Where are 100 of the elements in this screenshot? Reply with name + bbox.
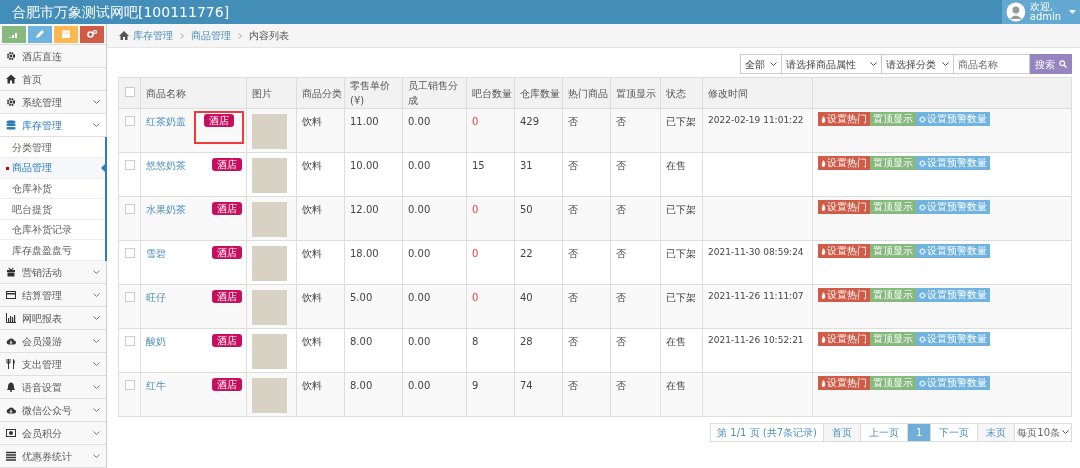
sidebar-item[interactable]: 结算管理 bbox=[0, 284, 106, 307]
set-alert-button[interactable]: 设置预警数量 bbox=[916, 288, 990, 302]
submenu-item[interactable]: 仓库补货记录 bbox=[0, 219, 105, 241]
table-cell: 0 bbox=[472, 292, 479, 303]
table-cell: 已下架 bbox=[666, 204, 696, 215]
column-header: 仓库数量 bbox=[514, 77, 563, 109]
search-button[interactable]: 搜索 bbox=[1030, 54, 1072, 74]
column-header: 状态 bbox=[660, 77, 703, 109]
table-cell: 在售 bbox=[666, 380, 686, 391]
sidebar-item[interactable]: 语音设置 bbox=[0, 376, 106, 399]
chevron-right-icon bbox=[180, 32, 184, 39]
checkbox[interactable] bbox=[124, 160, 135, 170]
set-hot-button[interactable]: 设置热门 bbox=[818, 376, 870, 390]
list-icon bbox=[6, 451, 16, 461]
table-cell: 0.00 bbox=[408, 160, 431, 171]
checkbox[interactable] bbox=[124, 86, 135, 97]
sidebar-item[interactable]: 优惠券统计 bbox=[0, 445, 106, 468]
product-link[interactable]: 悠悠奶茶 bbox=[146, 158, 186, 173]
tag: 酒店 bbox=[212, 246, 242, 259]
product-link[interactable]: 红茶奶盖 bbox=[146, 114, 186, 144]
table-cell: 饮料 bbox=[302, 292, 322, 303]
pin-top-button[interactable]: 置顶显示 bbox=[870, 112, 916, 126]
tag: 酒店 bbox=[212, 202, 242, 215]
table-cell: 2021-11-26 11:11:07 bbox=[708, 291, 804, 301]
set-alert-button[interactable]: 设置预警数量 bbox=[916, 376, 990, 390]
product-link[interactable]: 红牛 bbox=[146, 378, 166, 393]
set-alert-button[interactable]: 设置预警数量 bbox=[916, 156, 990, 170]
checkbox[interactable] bbox=[124, 116, 135, 126]
last-page-button[interactable]: 末页 bbox=[977, 423, 1016, 442]
next-page-button[interactable]: 下一页 bbox=[930, 423, 979, 442]
table-cell: 0 bbox=[472, 204, 479, 215]
page-size-select[interactable]: 每页10条 bbox=[1014, 423, 1072, 442]
column-header: 吧台数量 bbox=[466, 77, 515, 109]
pin-top-button[interactable]: 置顶显示 bbox=[870, 332, 916, 346]
set-alert-button[interactable]: 设置预警数量 bbox=[916, 112, 990, 126]
set-hot-button[interactable]: 设置热门 bbox=[818, 112, 870, 126]
database-icon bbox=[6, 120, 16, 131]
search-field[interactable]: 商品名称 bbox=[954, 54, 1030, 74]
stats-button[interactable] bbox=[2, 25, 26, 43]
breadcrumb-link[interactable]: 商品管理 bbox=[191, 28, 231, 43]
set-alert-button[interactable]: 设置预警数量 bbox=[916, 200, 990, 214]
tag: 酒店 bbox=[212, 378, 242, 391]
attribute-select[interactable]: 请选择商品属性 bbox=[782, 54, 882, 74]
table-cell: 0.00 bbox=[408, 336, 431, 347]
sidebar-item[interactable]: 系统管理 bbox=[0, 91, 106, 115]
users-button[interactable] bbox=[54, 25, 78, 43]
breadcrumb-link[interactable]: 库存管理 bbox=[133, 28, 173, 43]
checkbox[interactable] bbox=[124, 204, 135, 214]
table-cell: 否 bbox=[568, 204, 578, 215]
checkbox[interactable] bbox=[124, 336, 135, 346]
pin-top-button[interactable]: 置顶显示 bbox=[870, 376, 916, 390]
sidebar-item[interactable]: 库存管理 bbox=[0, 114, 106, 138]
table-cell: 40 bbox=[520, 292, 533, 303]
pin-top-button[interactable]: 置顶显示 bbox=[870, 288, 916, 302]
pin-top-button[interactable]: 置顶显示 bbox=[870, 156, 916, 170]
pin-top-button[interactable]: 置顶显示 bbox=[870, 200, 916, 214]
set-alert-button[interactable]: 设置预警数量 bbox=[916, 244, 990, 258]
column-header: 置顶显示 bbox=[610, 77, 661, 109]
gear-icon bbox=[919, 379, 926, 387]
category-select[interactable]: 请选择分类 bbox=[882, 54, 954, 74]
table-cell: 5.00 bbox=[350, 292, 373, 303]
product-link[interactable]: 雪碧 bbox=[146, 246, 166, 261]
sidebar-item[interactable]: 营销活动 bbox=[0, 261, 106, 284]
sidebar-item[interactable]: 酒店直连 bbox=[0, 45, 106, 69]
checkbox[interactable] bbox=[124, 248, 135, 258]
first-page-button[interactable]: 首页 bbox=[822, 423, 861, 442]
cloud-icon bbox=[6, 336, 16, 346]
checkbox[interactable] bbox=[124, 380, 135, 390]
edit-button[interactable] bbox=[28, 25, 52, 43]
scope-select[interactable]: 全部 bbox=[740, 54, 782, 74]
table-cell: 否 bbox=[568, 336, 578, 347]
table-cell: 9 bbox=[472, 380, 479, 391]
sidebar-item[interactable]: 会员漫游 bbox=[0, 330, 106, 353]
sidebar-item[interactable]: 微信公众号 bbox=[0, 399, 106, 422]
submenu-item[interactable]: 吧台提货 bbox=[0, 199, 105, 220]
product-link[interactable]: 旺仔 bbox=[146, 290, 166, 305]
sidebar-item[interactable]: 网吧报表 bbox=[0, 307, 106, 330]
user-menu[interactable]: 欢迎, admin bbox=[1002, 0, 1080, 24]
set-hot-button[interactable]: 设置热门 bbox=[818, 200, 870, 214]
settings-button[interactable] bbox=[80, 25, 104, 43]
checkbox[interactable] bbox=[124, 292, 135, 302]
table-cell: 否 bbox=[616, 292, 626, 303]
table-cell: 12.00 bbox=[350, 204, 379, 215]
submenu-item[interactable]: 商品管理 bbox=[0, 158, 105, 179]
set-hot-button[interactable]: 设置热门 bbox=[818, 332, 870, 346]
product-link[interactable]: 水果奶茶 bbox=[146, 202, 186, 217]
table-cell: 31 bbox=[520, 160, 533, 171]
set-hot-button[interactable]: 设置热门 bbox=[818, 288, 870, 302]
table-cell: 饮料 bbox=[302, 116, 322, 127]
set-hot-button[interactable]: 设置热门 bbox=[818, 244, 870, 258]
sidebar-item[interactable]: 支出管理 bbox=[0, 353, 106, 376]
set-hot-button[interactable]: 设置热门 bbox=[818, 156, 870, 170]
submenu-item[interactable]: 仓库补货 bbox=[0, 178, 105, 200]
flame-icon bbox=[821, 247, 826, 255]
product-link[interactable]: 酸奶 bbox=[146, 334, 166, 349]
sidebar-item[interactable]: 首页 bbox=[0, 68, 106, 92]
sidebar-item[interactable]: 会员积分 bbox=[0, 422, 106, 445]
pin-top-button[interactable]: 置顶显示 bbox=[870, 244, 916, 258]
set-alert-button[interactable]: 设置预警数量 bbox=[916, 332, 990, 346]
prev-page-button[interactable]: 上一页 bbox=[859, 423, 908, 442]
